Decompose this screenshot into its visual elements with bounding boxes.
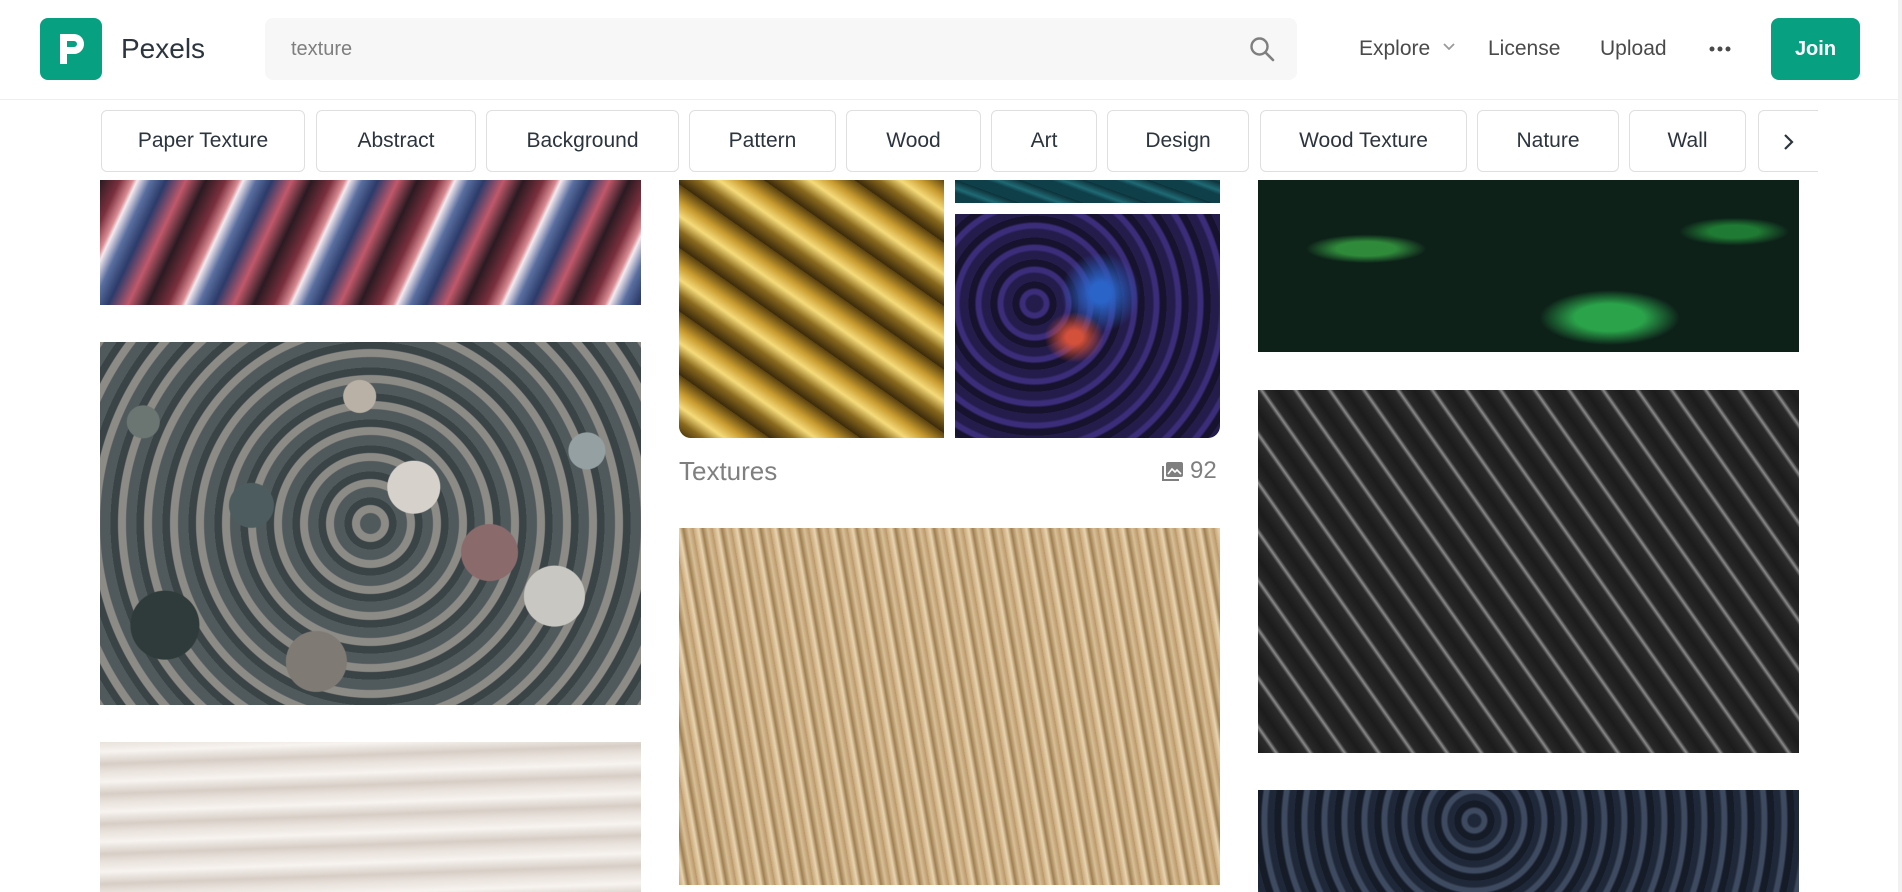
nav-upload[interactable]: Upload <box>1600 35 1667 63</box>
tag-pattern[interactable]: Pattern <box>689 110 836 172</box>
collection-count-value: 92 <box>1190 457 1217 484</box>
photo-fern-leaves[interactable] <box>1258 180 1799 352</box>
related-tags-bar: Paper Texture Abstract Background Patter… <box>0 100 1902 180</box>
search-bar[interactable] <box>265 18 1297 80</box>
pexels-logo-icon[interactable] <box>40 18 102 80</box>
nav-license[interactable]: License <box>1488 35 1560 63</box>
join-button[interactable]: Join <box>1771 18 1860 80</box>
tags-next-button[interactable] <box>1758 110 1818 172</box>
tag-nature[interactable]: Nature <box>1477 110 1619 172</box>
more-icon[interactable] <box>1709 46 1731 52</box>
tag-design[interactable]: Design <box>1107 110 1249 172</box>
collection-preview[interactable] <box>679 180 1220 438</box>
tag-wood[interactable]: Wood <box>846 110 981 172</box>
logo-text[interactable]: Pexels <box>121 31 205 67</box>
collection-title[interactable]: Textures <box>679 455 777 487</box>
photo-stack-icon <box>1162 462 1183 481</box>
photo-pebbles[interactable] <box>100 342 641 705</box>
page-scrollbar[interactable] <box>1898 0 1902 892</box>
collection-photo-teal-fabric[interactable] <box>955 180 1220 203</box>
search-icon[interactable] <box>1249 36 1275 62</box>
photo-fur-texture[interactable] <box>679 528 1220 885</box>
tag-abstract[interactable]: Abstract <box>316 110 476 172</box>
tag-wall[interactable]: Wall <box>1629 110 1746 172</box>
tag-art[interactable]: Art <box>991 110 1097 172</box>
chevron-down-icon[interactable] <box>1442 42 1456 52</box>
top-header: Pexels Explore License Upload Join <box>0 0 1902 100</box>
photo-dark-lines[interactable] <box>1258 390 1799 753</box>
search-input[interactable] <box>291 18 1231 80</box>
collection-photo-gold-foil[interactable] <box>679 180 944 438</box>
photo-marble-swirl[interactable] <box>100 180 641 305</box>
collection-count: 92 <box>1162 458 1217 484</box>
photo-wave-wall[interactable] <box>100 742 641 892</box>
chevron-right-icon <box>1784 134 1794 150</box>
collection-photo-abstract-fluid[interactable] <box>955 214 1220 438</box>
nav-explore[interactable]: Explore <box>1359 35 1430 63</box>
tag-paper-texture[interactable]: Paper Texture <box>101 110 305 172</box>
tag-background[interactable]: Background <box>486 110 679 172</box>
photo-dark-rock[interactable] <box>1258 790 1799 892</box>
tag-wood-texture[interactable]: Wood Texture <box>1260 110 1467 172</box>
